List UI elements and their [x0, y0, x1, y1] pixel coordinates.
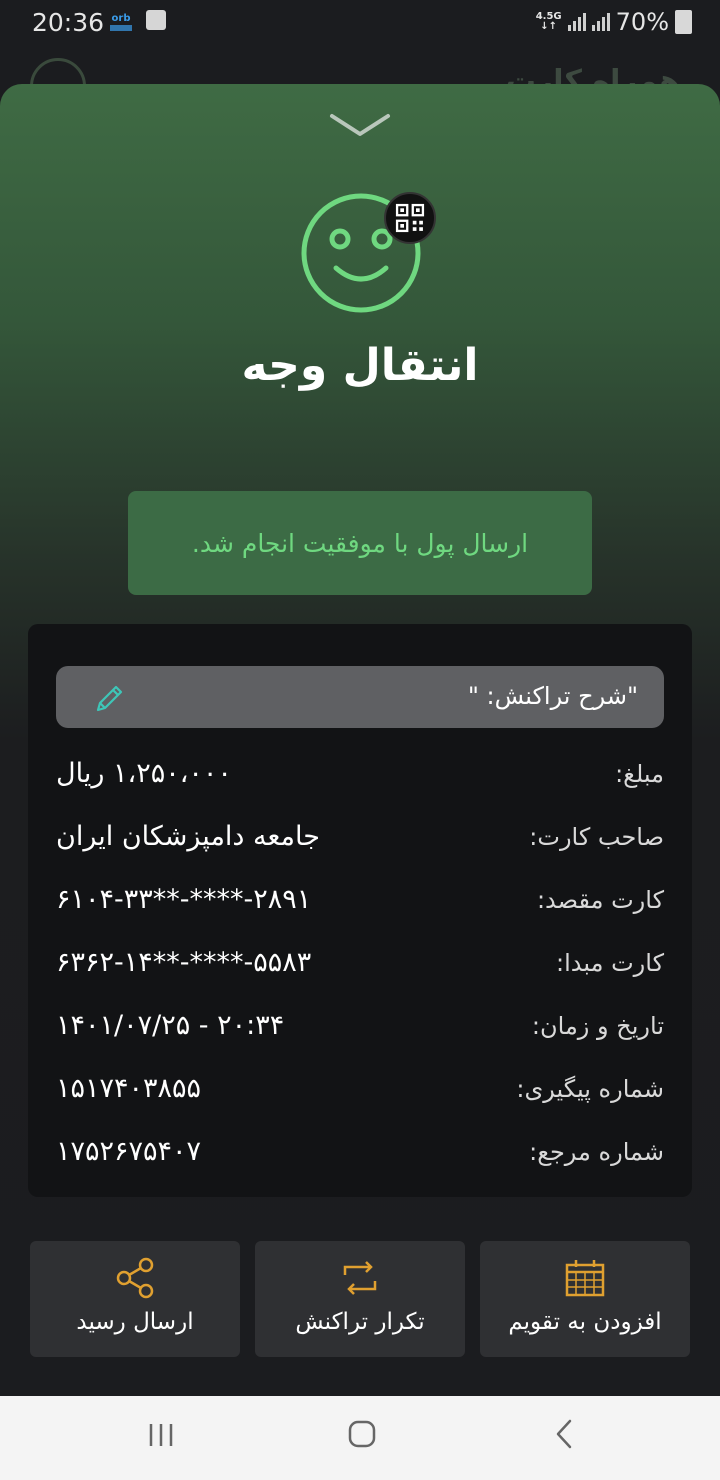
wifi-icon — [146, 10, 166, 30]
add-to-calendar-button[interactable]: افزودن به تقویم — [480, 1241, 690, 1357]
action-buttons: ارسال رسید تکرار تراکنش افزودن به تقویم — [30, 1241, 690, 1357]
home-icon[interactable] — [348, 1420, 376, 1448]
detail-label: صاحب کارت: — [529, 823, 664, 851]
calendar-icon — [565, 1260, 605, 1297]
svg-text:orb: orb — [112, 13, 131, 24]
add-to-calendar-label: افزودن به تقویم — [508, 1309, 662, 1335]
detail-label: کارت مقصد: — [536, 886, 664, 914]
pencil-icon[interactable] — [92, 680, 128, 716]
battery-percent: 70% — [615, 8, 669, 36]
detail-row-source-card: کارت مبدا: ۶۳۶۲-۱۴**-****-۵۵۸۳ — [56, 943, 664, 987]
send-receipt-label: ارسال رسید — [76, 1309, 194, 1335]
detail-label: کارت مبدا: — [556, 949, 664, 977]
carrier-logo-icon: orb — [110, 13, 132, 31]
network-type: 4.5G ↓↑ — [535, 11, 562, 32]
detail-label: شماره پیگیری: — [516, 1075, 664, 1103]
qr-code-icon[interactable] — [384, 192, 436, 244]
detail-label: تاریخ و زمان: — [531, 1012, 664, 1040]
detail-row-card-owner: صاحب کارت: جامعه دامپزشکان ایران — [56, 817, 664, 861]
status-time: 20:36 — [32, 8, 105, 37]
detail-row-reference-number: شماره مرجع: ۱۷۵۲۶۷۵۴۰۷ — [56, 1132, 664, 1176]
repeat-transaction-label: تکرار تراکنش — [295, 1309, 425, 1335]
status-bar: 20:36 orb 4.5G ↓↑ 70% — [0, 0, 720, 44]
battery-icon — [675, 10, 692, 34]
repeat-icon — [343, 1261, 377, 1295]
signal-icon-2 — [591, 13, 610, 31]
detail-value: ۶۱۰۴-۳۳**-****-۲۸۹۱ — [56, 884, 312, 915]
detail-row-amount: مبلغ: ۱،۲۵۰،۰۰۰ ریال — [56, 754, 664, 798]
system-nav-bar — [0, 1396, 720, 1480]
recent-apps-icon[interactable] — [146, 1422, 176, 1448]
detail-value: ۱۴۰۱/۰۷/۲۵ - ۲۰:۳۴ — [56, 1010, 285, 1041]
chevron-down-icon[interactable] — [328, 110, 392, 140]
send-receipt-button[interactable]: ارسال رسید — [30, 1241, 240, 1357]
detail-value: جامعه دامپزشکان ایران — [56, 821, 320, 852]
back-icon[interactable] — [554, 1418, 574, 1450]
detail-row-tracking-number: شماره پیگیری: ۱۵۱۷۴۰۳۸۵۵ — [56, 1069, 664, 1113]
detail-value: ۱،۲۵۰،۰۰۰ ریال — [56, 758, 232, 789]
success-message: ارسال پول با موفقیت انجام شد. — [128, 491, 592, 595]
transaction-details-card: "شرح تراکنش: " مبلغ: ۱،۲۵۰،۰۰۰ ریال صاحب… — [28, 624, 692, 1197]
description-label: "شرح تراکنش: " — [467, 682, 638, 710]
detail-row-date-time: تاریخ و زمان: ۱۴۰۱/۰۷/۲۵ - ۲۰:۳۴ — [56, 1006, 664, 1050]
page-title: انتقال وجه — [241, 340, 479, 391]
detail-row-destination-card: کارت مقصد: ۶۱۰۴-۳۳**-****-۲۸۹۱ — [56, 880, 664, 924]
repeat-transaction-button[interactable]: تکرار تراکنش — [255, 1241, 465, 1357]
signal-icon — [567, 13, 586, 31]
detail-value: ۶۳۶۲-۱۴**-****-۵۵۸۳ — [56, 947, 312, 978]
detail-value: ۱۵۱۷۴۰۳۸۵۵ — [56, 1073, 202, 1104]
detail-value: ۱۷۵۲۶۷۵۴۰۷ — [56, 1136, 202, 1167]
share-icon — [116, 1257, 154, 1299]
detail-label: مبلغ: — [615, 760, 664, 788]
detail-label: شماره مرجع: — [529, 1138, 664, 1166]
transaction-description[interactable]: "شرح تراکنش: " — [56, 666, 664, 728]
